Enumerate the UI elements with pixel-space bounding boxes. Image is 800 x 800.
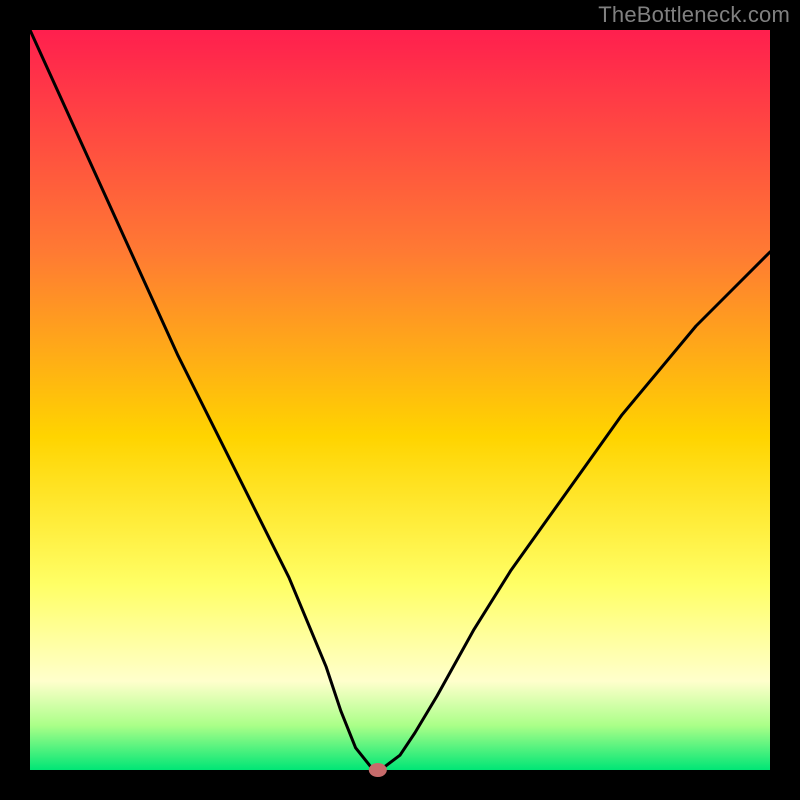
plot-area	[30, 30, 770, 770]
watermark-label: TheBottleneck.com	[598, 2, 790, 28]
bottleneck-chart	[0, 0, 800, 800]
chart-frame: TheBottleneck.com	[0, 0, 800, 800]
optimal-point-marker	[369, 763, 387, 777]
